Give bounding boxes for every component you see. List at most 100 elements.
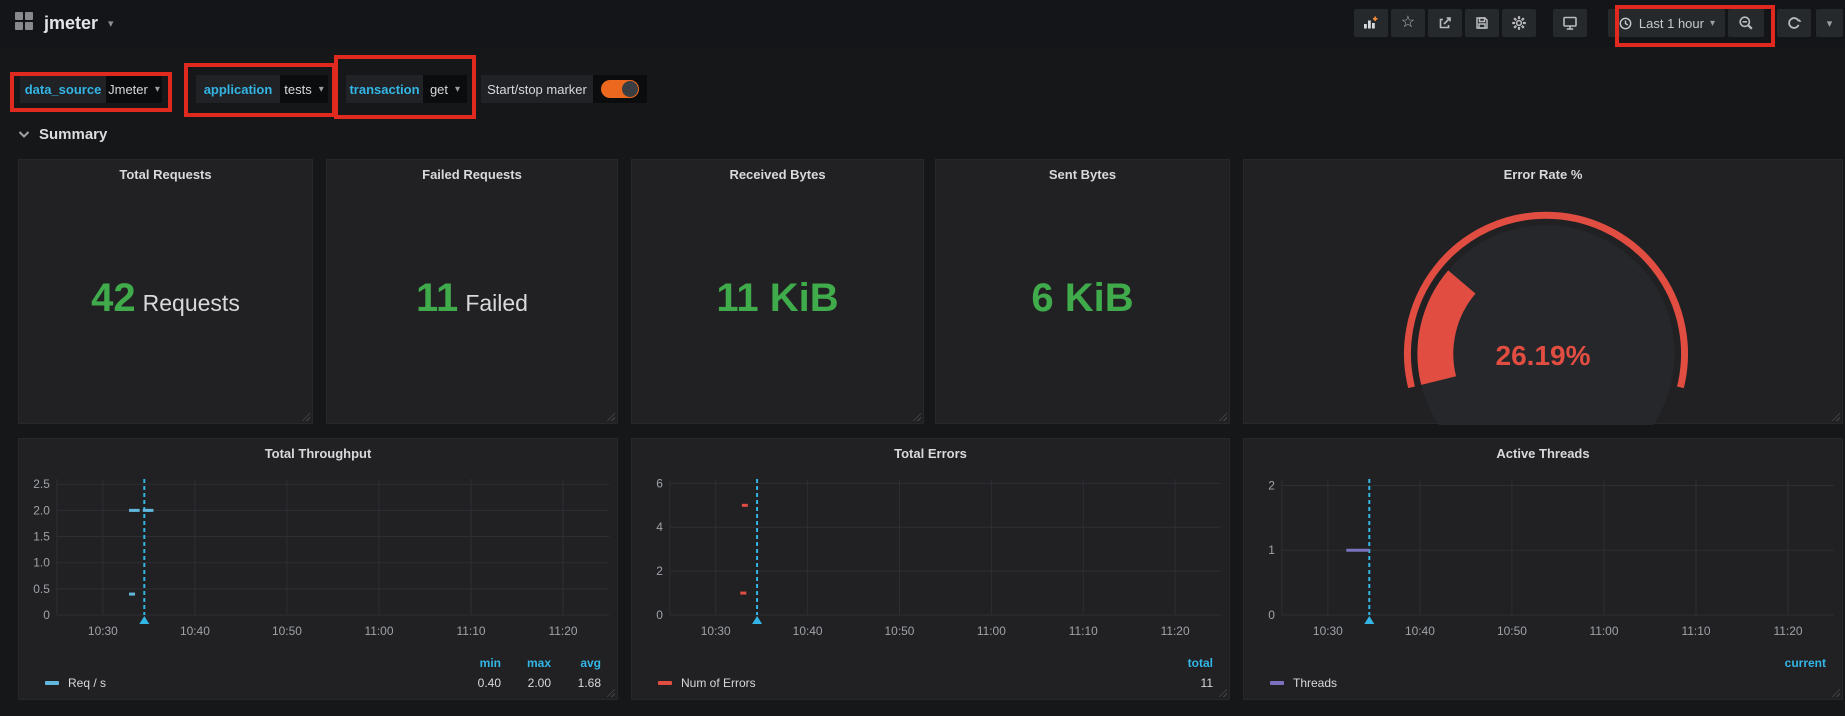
variables-row: data_source Jmeter ▾ application tests ▾… [0,75,1845,103]
stat-value: 11 KiB [632,276,923,321]
cycle-view-button[interactable] [1552,9,1587,37]
panel-resize-handle[interactable] [605,411,615,421]
y-axis-tick-label: 1.5 [33,530,50,544]
refresh-icon [1788,17,1802,29]
stat-number: 11 KiB [716,276,839,320]
series-point [133,508,140,512]
apps-grid-icon[interactable] [14,11,34,36]
add-panel-icon [1364,16,1378,29]
share-button[interactable] [1427,9,1462,37]
y-axis-tick-label: 0 [43,608,50,622]
x-axis-tick-label: 11:10 [456,624,485,638]
clock-icon [1619,17,1632,29]
series-name[interactable]: Req / s [68,676,106,690]
panel-sent-bytes: Sent Bytes 6 KiB [935,159,1230,424]
x-axis-tick-label: 10:50 [1497,624,1527,638]
gear-icon [1512,16,1526,30]
panel-title[interactable]: Received Bytes [632,167,923,182]
x-axis-tick-label: 10:30 [701,624,731,638]
y-axis-tick-label: 2.0 [33,503,50,517]
error-rate-gauge [1244,160,1842,483]
zoom-out-button[interactable] [1728,9,1764,37]
panel-failed-requests: Failed Requests 11 Failed [326,159,618,424]
marker-toggle-label: Start/stop marker [481,75,593,103]
section-title: Summary [39,125,108,143]
refresh-interval-button[interactable]: ▾ [1816,9,1843,37]
settings-button[interactable] [1501,9,1536,37]
panel-resize-handle[interactable] [911,411,921,421]
legend-stat-value: 0.40 [477,676,501,690]
panel-title[interactable]: Sent Bytes [936,167,1229,182]
caret-down-icon: ▾ [108,18,114,30]
dashboard-title[interactable]: jmeter [44,13,98,34]
share-icon [1439,17,1451,29]
add-panel-button[interactable] [1353,9,1388,37]
panel-resize-handle[interactable] [1217,411,1227,421]
nav-left: jmeter ▾ [14,0,114,47]
annotation-marker [1364,616,1375,624]
variable-select-transaction[interactable]: get ▾ [423,75,467,103]
panel-total-throughput: Total Throughput 0 0.5 1.0 1.5 2.0 2.5 10:30 10… [18,438,618,700]
panel-title[interactable]: Failed Requests [327,167,617,182]
legend-stat-header[interactable]: current [1776,656,1826,670]
legend-stat-header[interactable]: avg [551,656,601,670]
legend-series-row: Num of Errors 11 [658,672,1213,694]
variable-label-data-source: data_source [20,75,106,103]
legend-stat-value: 1.68 [577,676,601,690]
y-axis-tick-label: 0 [1268,608,1275,622]
series-name[interactable]: Threads [1293,676,1337,690]
panel-title[interactable]: Active Threads [1244,446,1842,461]
time-range-picker[interactable]: Last 1 hour ▾ [1607,9,1725,37]
variable-select-application[interactable]: tests ▾ [280,75,328,103]
legend-stat-headers: current [1270,653,1826,672]
star-button[interactable]: ☆ [1390,9,1425,37]
time-range-label: Last 1 hour [1638,15,1704,31]
legend-stat-value: 11 [1200,676,1213,690]
series-color-dash [45,681,59,685]
panel-title[interactable]: Error Rate % [1244,167,1842,182]
legend-stat-header[interactable]: total [1163,656,1213,670]
x-axis-tick-label: 11:20 [1161,624,1190,638]
caret-down-icon: ▾ [1709,17,1715,29]
chart-total-errors[interactable]: 0 2 4 6 10:30 10:40 10:50 11:00 11:10 11:20 [632,439,1229,651]
panel-title[interactable]: Total Requests [19,167,312,182]
navbar: jmeter ▾ ☆ Last 1 hour ▾ ▾ [0,0,1845,47]
legend-stat-header[interactable]: max [501,656,551,670]
series-point [147,508,154,512]
panel-title[interactable]: Total Errors [632,446,1229,461]
section-header-summary[interactable]: Summary [18,121,107,147]
chart-active-threads[interactable]: 0 1 2 10:30 10:40 10:50 11:00 11:10 11:20 [1244,439,1842,651]
save-icon [1476,17,1488,29]
caret-down-icon: ▾ [455,83,461,95]
legend-stat-value: 2.00 [527,676,551,690]
monitor-icon [1563,16,1577,30]
annotation-marker [139,616,150,624]
y-axis-tick-label: 1.0 [33,556,50,570]
zoom-out-icon [1739,16,1753,30]
panel-title[interactable]: Total Throughput [19,446,617,461]
stat-value: 11 Failed [327,276,617,321]
save-button[interactable] [1464,9,1499,37]
series-name[interactable]: Num of Errors [681,676,756,690]
legend-stat-header[interactable]: min [451,656,501,670]
y-axis-tick-label: 4 [656,520,663,534]
marker-toggle[interactable] [593,75,647,103]
toggle-on-switch[interactable] [601,80,639,98]
caret-down-icon: ▾ [318,83,324,95]
x-axis-tick-label: 10:50 [885,624,915,638]
stat-number: 6 KiB [1031,276,1134,320]
series-color-dash [1270,681,1284,685]
x-axis-tick-label: 10:40 [793,624,823,638]
nav-toolbar: ☆ Last 1 hour ▾ ▾ [1353,9,1843,37]
variable-select-data-source[interactable]: Jmeter ▾ [106,75,162,103]
panel-total-requests: Total Requests 42 Requests [18,159,313,424]
y-axis-tick-label: 2 [1268,478,1275,492]
legend-stat-headers: total [658,653,1213,672]
panel-resize-handle[interactable] [300,411,310,421]
refresh-button[interactable] [1777,9,1811,37]
variable-value-data-source: Jmeter [108,81,148,97]
chart-total-throughput[interactable]: 0 0.5 1.0 1.5 2.0 2.5 10:30 10:40 10:50 11:00 11:1… [19,439,617,651]
x-axis-tick-label: 11:00 [977,624,1006,638]
y-axis-tick-label: 0 [656,608,663,622]
variable-value-transaction: get [429,81,449,97]
